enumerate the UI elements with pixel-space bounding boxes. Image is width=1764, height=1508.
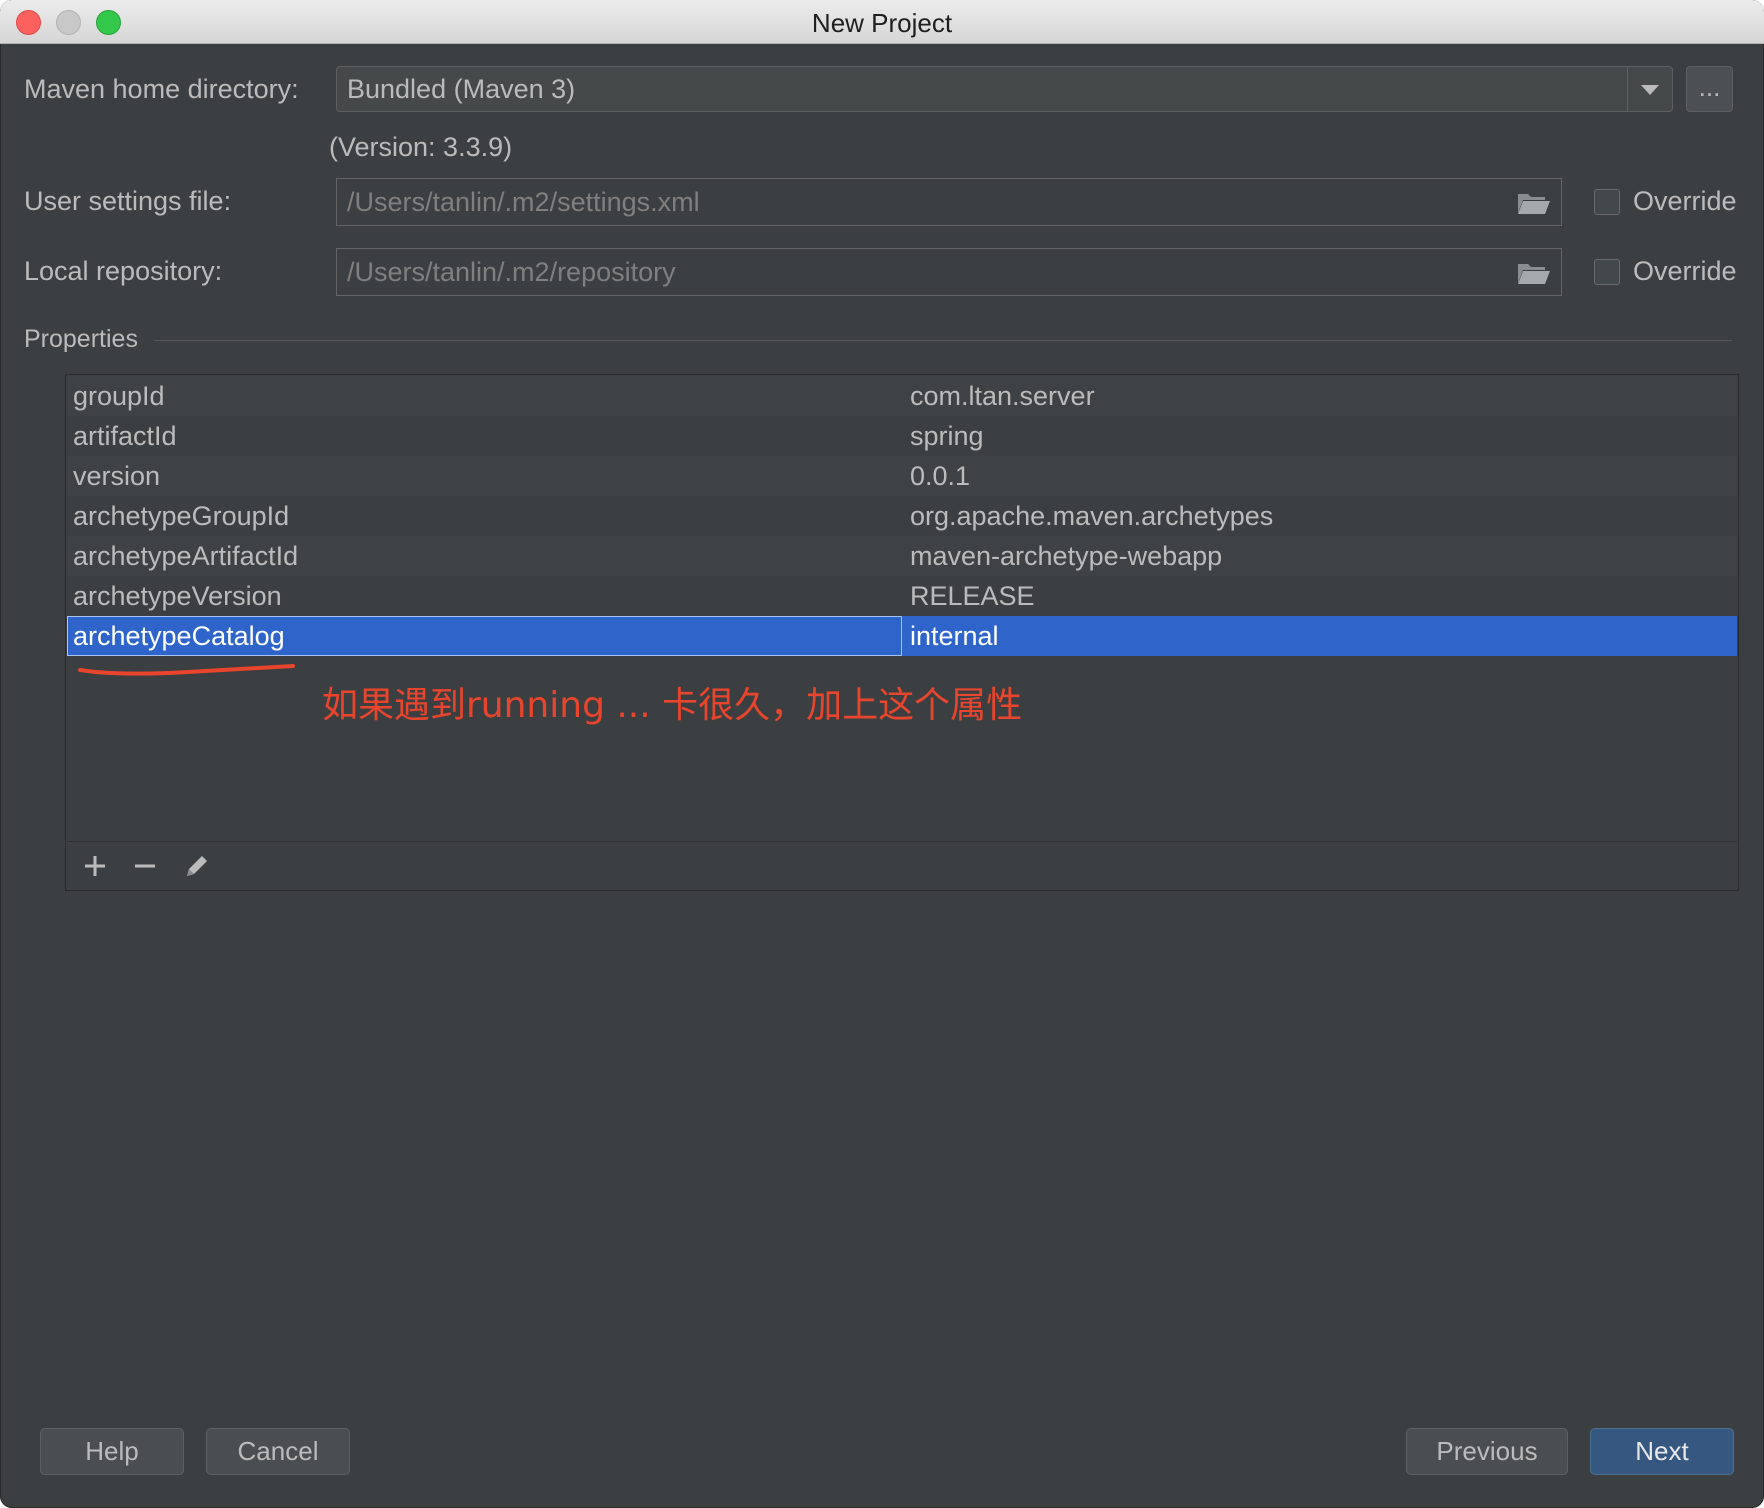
table-row[interactable]: version 0.0.1 [67,456,1737,496]
table-row[interactable]: archetypeVersion RELEASE [67,576,1737,616]
table-row[interactable]: archetypeGroupId org.apache.maven.archet… [67,496,1737,536]
annotation-underline [78,664,295,676]
local-repository-label: Local repository: [24,256,223,286]
table-row[interactable]: archetypeArtifactId maven-archetype-weba… [67,536,1737,576]
property-key: archetypeArtifactId [73,541,299,571]
local-repository-override-label: Override [1633,256,1737,286]
properties-section-title: Properties [24,325,138,353]
property-key: archetypeCatalog [73,621,285,651]
property-value: internal [910,621,999,651]
property-key: artifactId [73,421,177,451]
property-value: com.ltan.server [910,381,1095,411]
new-project-dialog: New Project Maven home directory: Bundle… [0,0,1764,1508]
annotation-note: 如果遇到running ... 卡很久，加上这个属性 [322,685,1023,726]
chevron-down-icon[interactable] [1627,67,1672,111]
properties-toolbar [67,841,1737,890]
maven-home-label: Maven home directory: [24,74,299,104]
property-value: 0.0.1 [910,461,971,491]
folder-open-icon[interactable] [1517,261,1551,285]
property-key: groupId [73,381,165,411]
section-divider [154,340,1732,341]
user-settings-override-label: Override [1633,186,1737,216]
plus-icon[interactable] [79,850,111,882]
user-settings-field[interactable]: /Users/tanlin/.m2/settings.xml [336,178,1562,226]
minus-icon[interactable] [129,850,161,882]
property-value: RELEASE [910,581,1035,611]
property-key: archetypeGroupId [73,501,290,531]
user-settings-label: User settings file: [24,186,232,216]
properties-table: groupId com.ltan.server artifactId sprin… [65,374,1739,891]
table-row[interactable]: artifactId spring [67,416,1737,456]
cancel-button[interactable]: Cancel [206,1428,350,1475]
next-button[interactable]: Next [1590,1428,1734,1475]
window-title: New Project [811,8,953,38]
local-repository-override-checkbox[interactable] [1594,259,1620,285]
property-value: spring [910,421,984,451]
local-repository-field[interactable]: /Users/tanlin/.m2/repository [336,248,1562,296]
local-repository-value: /Users/tanlin/.m2/repository [347,257,676,287]
maven-home-value: Bundled (Maven 3) [347,74,576,104]
property-value: maven-archetype-webapp [910,541,1223,571]
folder-open-icon[interactable] [1517,191,1551,215]
user-settings-override-checkbox[interactable] [1594,189,1620,215]
edit-pencil-icon[interactable] [181,850,213,882]
help-button[interactable]: Help [40,1428,184,1475]
browse-maven-home-button[interactable]: ... [1686,66,1733,112]
property-value: org.apache.maven.archetypes [910,501,1274,531]
title-bar: New Project [0,0,1764,44]
table-row-selected[interactable]: archetypeCatalog internal [67,616,1737,656]
previous-button[interactable]: Previous [1406,1428,1568,1475]
maven-version-note: (Version: 3.3.9) [329,132,513,162]
table-row[interactable]: groupId com.ltan.server [67,376,1737,416]
property-key: version [73,461,161,491]
user-settings-value: /Users/tanlin/.m2/settings.xml [347,187,700,217]
maven-home-dropdown[interactable]: Bundled (Maven 3) [336,66,1673,112]
property-key: archetypeVersion [73,581,282,611]
